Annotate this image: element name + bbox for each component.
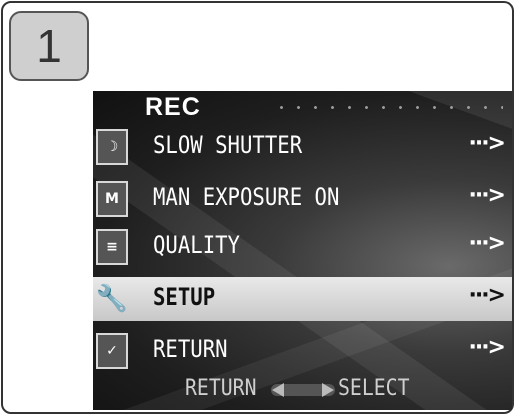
submenu-arrow-icon: ···>: [468, 131, 505, 156]
submenu-arrow-icon: ···>: [468, 183, 505, 208]
menu-item-label: SETUP: [153, 283, 216, 311]
footer-return-hint: RETURN: [185, 376, 257, 401]
manual-exposure-icon: M: [96, 181, 128, 217]
menu-footer-hints: RETURN SELECT: [93, 374, 512, 404]
right-arrow-icon: [322, 383, 334, 397]
title-dotted-divider: [273, 106, 503, 109]
menu-item-label: MAN EXPOSURE ON: [153, 183, 340, 211]
return-checklist-icon: ✓: [96, 333, 128, 369]
menu-item-slow-shutter[interactable]: ☽ SLOW SHUTTER ···>: [93, 125, 512, 169]
menu-item-label: RETURN: [153, 335, 228, 363]
setup-tools-icon: 🔧: [95, 284, 129, 314]
menu-item-man-exposure[interactable]: M MAN EXPOSURE ON ···>: [93, 177, 512, 221]
menu-title: REC: [145, 93, 201, 121]
menu-item-return[interactable]: ✓ RETURN ···>: [93, 329, 512, 373]
menu-item-label: QUALITY: [153, 231, 240, 259]
menu-item-label: SLOW SHUTTER: [153, 131, 303, 159]
instruction-frame: 1 REC ☽ SLOW SHUTTER ···> M MAN EXPOSURE…: [1, 1, 514, 414]
quality-icon: ≡: [96, 229, 128, 265]
submenu-arrow-icon: ···>: [468, 231, 505, 256]
menu-item-quality[interactable]: ≡ QUALITY ···>: [93, 225, 512, 269]
camera-lcd-screen: REC ☽ SLOW SHUTTER ···> M MAN EXPOSURE O…: [93, 91, 512, 410]
submenu-arrow-icon: ···>: [468, 283, 505, 308]
slow-shutter-icon: ☽: [96, 129, 128, 165]
step-number-badge: 1: [9, 11, 89, 81]
left-arrow-icon: [272, 383, 284, 397]
menu-item-setup[interactable]: 🔧 SETUP ···>: [93, 277, 512, 321]
submenu-arrow-icon: ···>: [468, 335, 505, 360]
footer-select-hint: SELECT: [338, 376, 410, 401]
